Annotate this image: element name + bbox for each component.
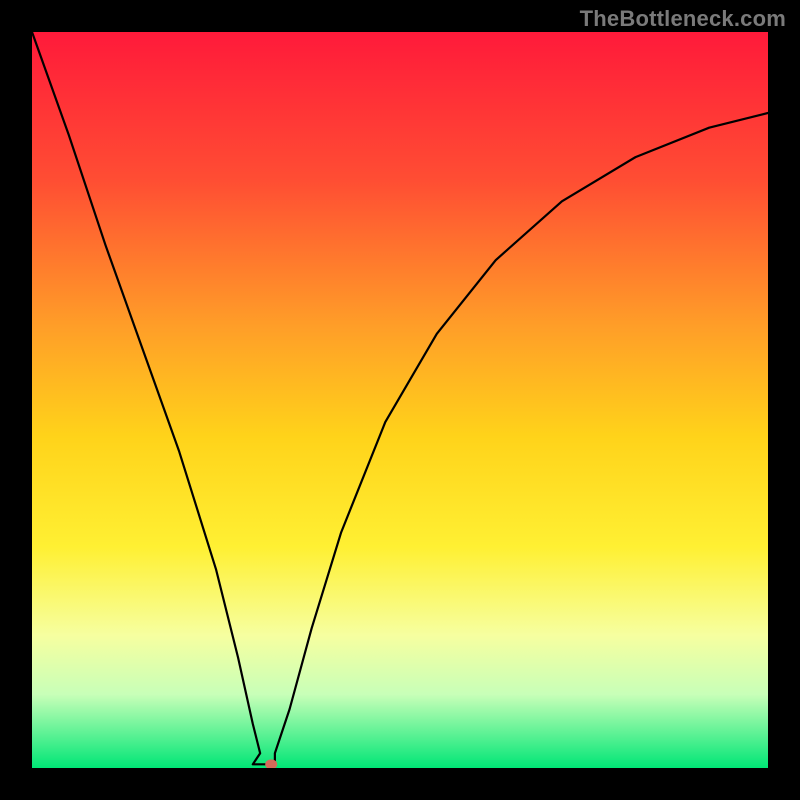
plot-area	[32, 32, 768, 768]
chart-background	[32, 32, 768, 768]
chart-frame: TheBottleneck.com	[0, 0, 800, 800]
chart-svg	[32, 32, 768, 768]
watermark-text: TheBottleneck.com	[580, 6, 786, 32]
